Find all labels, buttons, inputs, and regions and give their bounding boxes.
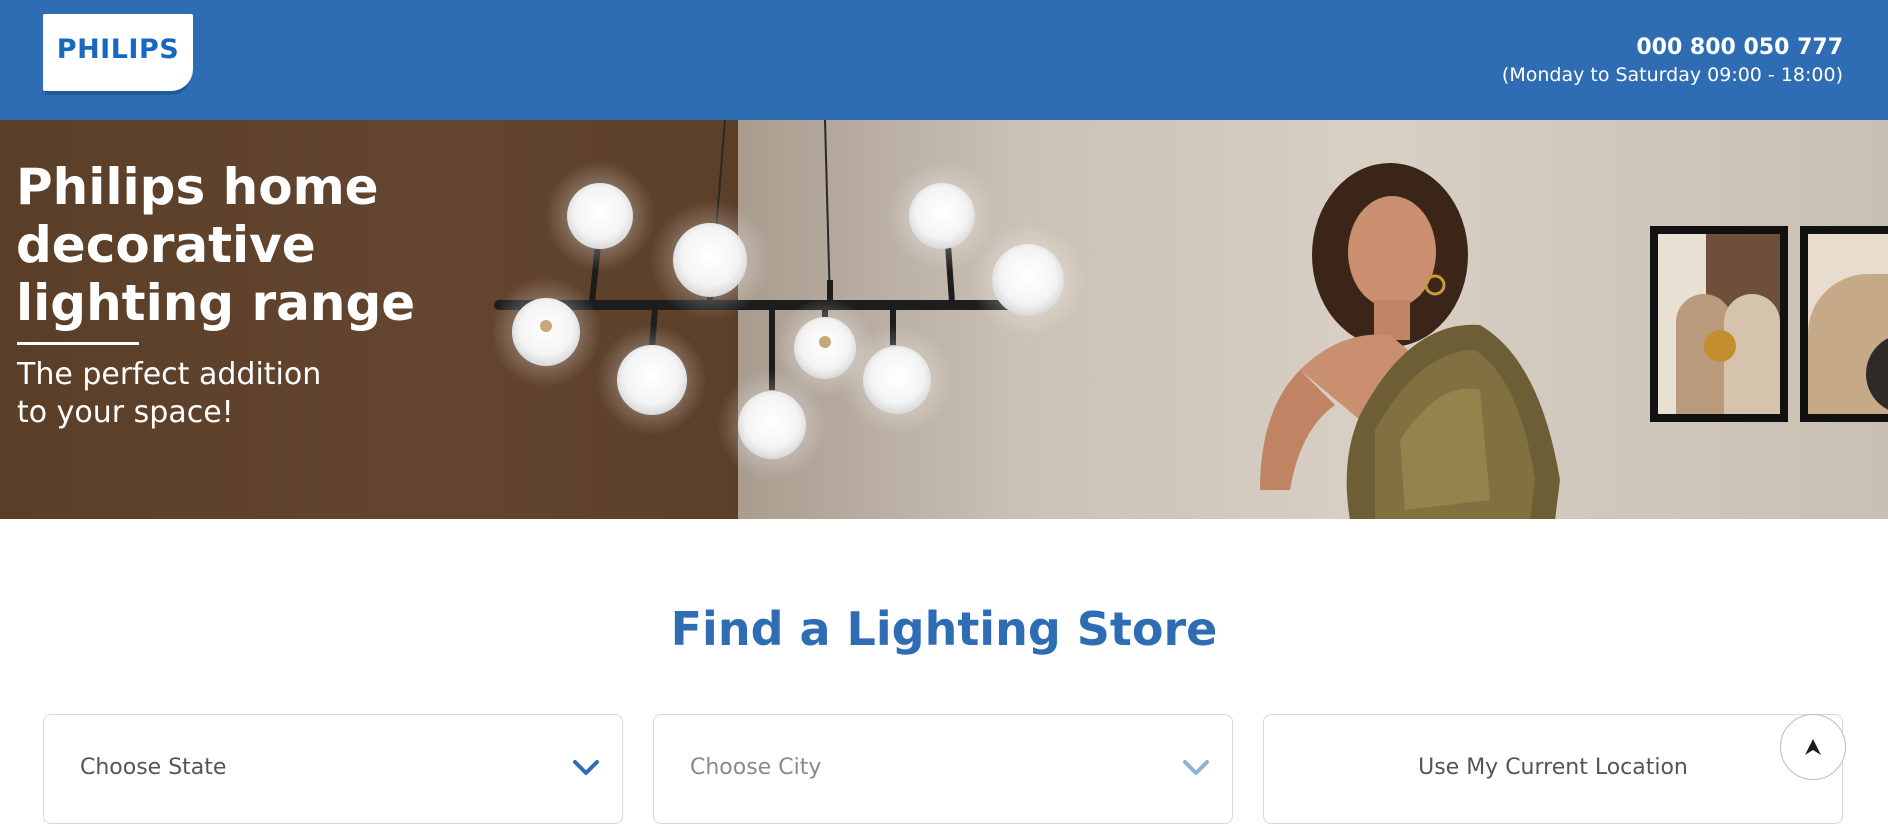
wall-art-frame-2 xyxy=(1800,226,1888,422)
use-current-location-button[interactable]: Use My Current Location xyxy=(1263,714,1843,824)
logo-text: PHILIPS xyxy=(56,34,180,65)
city-select[interactable]: Choose City xyxy=(653,714,1233,824)
site-header: PHILIPS 000 800 050 777 (Monday to Satur… xyxy=(0,0,1888,120)
wall-art-frame xyxy=(1650,226,1788,422)
phone-number[interactable]: 000 800 050 777 xyxy=(1502,34,1843,62)
chandelier-image xyxy=(491,120,1086,480)
arrow-up-icon xyxy=(1805,739,1821,755)
chevron-down-icon xyxy=(1183,760,1209,775)
opening-hours: (Monday to Saturday 09:00 - 18:00) xyxy=(1501,64,1843,86)
contact-info: 000 800 050 777 (Monday to Saturday 09:0… xyxy=(1502,34,1843,88)
model-image xyxy=(1260,163,1560,519)
philips-logo[interactable]: PHILIPS xyxy=(43,14,193,91)
hero-subtitle: The perfect addition to your space! xyxy=(17,357,322,430)
hero-banner: Philips home decorative lighting range T… xyxy=(0,120,1888,519)
chevron-down-icon xyxy=(573,760,599,775)
state-select-label: Choose State xyxy=(80,755,227,780)
hero-divider xyxy=(17,342,139,345)
state-select[interactable]: Choose State xyxy=(43,714,623,824)
hero-title: Philips home decorative lighting range xyxy=(16,158,416,332)
scroll-to-top-button[interactable] xyxy=(1780,714,1846,780)
use-current-location-label: Use My Current Location xyxy=(1418,755,1688,780)
city-select-label: Choose City xyxy=(690,755,822,780)
finder-title: Find a Lighting Store xyxy=(670,602,1218,656)
